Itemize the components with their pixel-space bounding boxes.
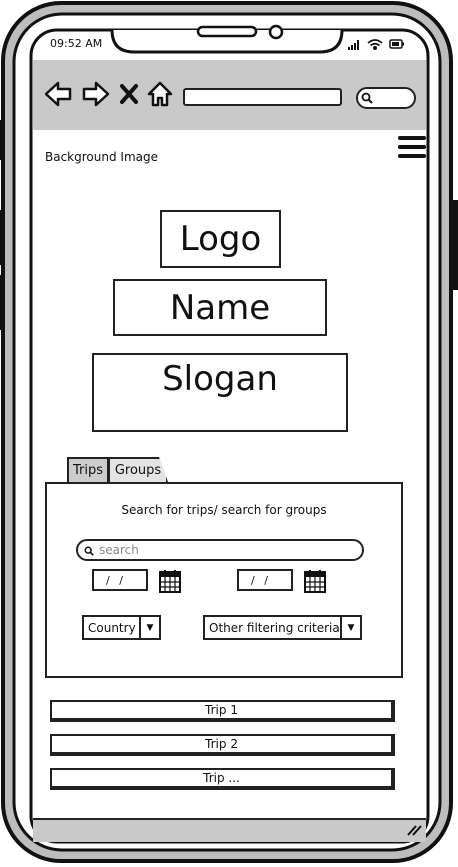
trip-item-more[interactable]: Trip ... xyxy=(50,768,395,790)
battery-icon xyxy=(389,39,404,49)
background-image-label: Background Image xyxy=(45,150,158,164)
date-from-input[interactable]: / / xyxy=(92,569,148,591)
search-input[interactable]: search xyxy=(76,539,364,561)
forward-arrow-icon[interactable] xyxy=(82,80,110,108)
signal-icon xyxy=(348,40,359,50)
home-icon[interactable] xyxy=(146,80,174,108)
country-select[interactable]: Country ▼ xyxy=(82,615,161,640)
close-icon[interactable] xyxy=(118,80,140,108)
tab-groups[interactable]: Groups xyxy=(108,457,168,482)
site-name: Name xyxy=(113,279,327,336)
chevron-down-icon: ▼ xyxy=(340,617,360,638)
hamburger-icon[interactable] xyxy=(398,136,426,160)
calendar-icon[interactable] xyxy=(158,568,182,594)
date-to-input[interactable]: / / xyxy=(237,569,293,591)
other-criteria-label: Other filtering criteria xyxy=(209,620,340,635)
tab-trips[interactable]: Trips xyxy=(67,457,109,482)
back-arrow-icon[interactable] xyxy=(44,80,72,108)
slogan: Slogan xyxy=(92,353,348,432)
status-icons xyxy=(348,39,404,51)
chevron-down-icon: ▼ xyxy=(139,617,159,638)
other-criteria-select[interactable]: Other filtering criteria ▼ xyxy=(203,615,362,640)
logo: Logo xyxy=(160,210,281,268)
country-select-label: Country xyxy=(88,620,136,635)
calendar-icon[interactable] xyxy=(303,568,327,594)
search-panel-title: Search for trips/ search for groups xyxy=(121,503,327,517)
wifi-icon xyxy=(367,39,383,51)
url-input[interactable] xyxy=(183,88,342,106)
search-placeholder: search xyxy=(99,543,139,557)
search-icon xyxy=(84,546,94,556)
trip-item-1[interactable]: Trip 1 xyxy=(50,700,395,722)
resize-handle-icon[interactable] xyxy=(404,824,422,836)
status-time: 09:52 AM xyxy=(50,37,103,50)
trip-item-2[interactable]: Trip 2 xyxy=(50,734,395,756)
browser-bottom-bar xyxy=(33,818,426,842)
search-icon xyxy=(361,92,373,104)
browser-search-button[interactable] xyxy=(356,87,416,109)
